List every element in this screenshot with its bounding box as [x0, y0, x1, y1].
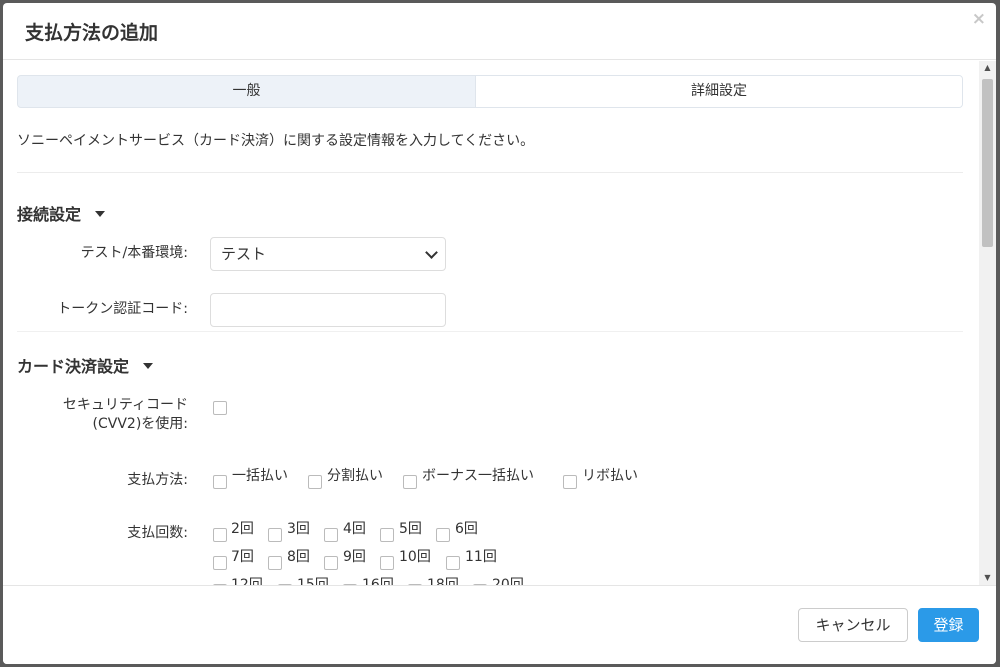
count-2-checkbox[interactable]	[213, 528, 227, 542]
count-6-checkbox[interactable]	[436, 528, 450, 542]
count-label: 2回	[231, 521, 254, 537]
tab-general[interactable]: 一般	[18, 76, 475, 107]
description-text: ソニーペイメントサービス（カード決済）に関する設定情報を入力してください。	[17, 133, 535, 149]
count-label: 12回	[231, 577, 263, 585]
count-label: 5回	[399, 521, 422, 537]
divider	[17, 172, 963, 173]
count-11-checkbox[interactable]	[446, 556, 460, 570]
count-label: 3回	[287, 521, 310, 537]
method-revolving-checkbox[interactable]	[563, 475, 577, 489]
add-payment-method-dialog: 支払方法の追加 × 一般 詳細設定 ソニーペイメントサービス（カード決済）に関す…	[3, 3, 996, 664]
method-installment-label: 分割払い	[327, 468, 383, 484]
dialog-title: 支払方法の追加	[25, 22, 159, 44]
tab-advanced-settings[interactable]: 詳細設定	[475, 76, 962, 107]
scroll-up-arrow-icon[interactable]: ▲	[979, 61, 996, 75]
count-label: 8回	[287, 549, 310, 565]
count-4-checkbox[interactable]	[324, 528, 338, 542]
count-label: 16回	[362, 577, 394, 585]
security-code-label: セキュリティコード (CVV2)を使用:	[63, 396, 188, 434]
method-lump-sum-label: 一括払い	[232, 468, 288, 484]
count-label: 15回	[297, 577, 329, 585]
section-connection-settings[interactable]: 接続設定	[17, 201, 106, 225]
token-input[interactable]	[210, 293, 446, 327]
count-label: 4回	[343, 521, 366, 537]
count-9-checkbox[interactable]	[324, 556, 338, 570]
count-7-checkbox[interactable]	[213, 556, 227, 570]
scrollbar-thumb[interactable]	[982, 79, 993, 247]
caret-down-icon	[143, 362, 154, 369]
count-label: 18回	[427, 577, 459, 585]
dialog-body: 一般 詳細設定 ソニーペイメントサービス（カード決済）に関する設定情報を入力して…	[3, 61, 996, 585]
dialog-header: 支払方法の追加 ×	[3, 3, 996, 60]
count-8-checkbox[interactable]	[268, 556, 282, 570]
env-label: テスト/本番環境:	[80, 245, 188, 261]
security-code-label-line2: (CVV2)を使用:	[92, 416, 188, 432]
divider	[17, 331, 963, 332]
count-label: 7回	[231, 549, 254, 565]
section-card-payment-settings[interactable]: カード決済設定	[17, 353, 154, 377]
count-label: 10回	[399, 549, 431, 565]
token-label: トークン認証コード:	[57, 301, 188, 317]
payment-count-label: 支払回数:	[127, 525, 188, 541]
count-label: 9回	[343, 549, 366, 565]
scroll-down-arrow-icon[interactable]: ▼	[979, 571, 996, 585]
tab-bar: 一般 詳細設定	[17, 75, 963, 108]
method-installment-checkbox[interactable]	[308, 475, 322, 489]
close-icon[interactable]: ×	[972, 9, 986, 29]
chevron-down-icon	[425, 246, 438, 259]
count-5-checkbox[interactable]	[380, 528, 394, 542]
section-title-label: 接続設定	[17, 205, 82, 224]
count-3-checkbox[interactable]	[268, 528, 282, 542]
count-label: 11回	[465, 549, 497, 565]
vertical-scrollbar[interactable]: ▲ ▼	[979, 61, 996, 585]
method-bonus-label: ボーナス一括払い	[422, 468, 534, 484]
payment-method-label: 支払方法:	[127, 472, 188, 488]
dialog-footer: キャンセル 登録	[3, 585, 996, 664]
env-select[interactable]: テスト	[210, 237, 446, 271]
caret-down-icon	[95, 210, 106, 217]
method-bonus-checkbox[interactable]	[403, 475, 417, 489]
cancel-button[interactable]: キャンセル	[798, 608, 908, 642]
security-code-checkbox[interactable]	[213, 401, 227, 415]
count-label: 20回	[492, 577, 524, 585]
count-10-checkbox[interactable]	[380, 556, 394, 570]
section-title-label: カード決済設定	[17, 357, 130, 376]
method-lump-sum-checkbox[interactable]	[213, 475, 227, 489]
method-revolving-label: リボ払い	[582, 468, 638, 484]
security-code-label-line1: セキュリティコード	[62, 397, 188, 413]
count-label: 6回	[455, 521, 478, 537]
env-select-value: テスト	[221, 245, 267, 263]
register-button[interactable]: 登録	[918, 608, 979, 642]
